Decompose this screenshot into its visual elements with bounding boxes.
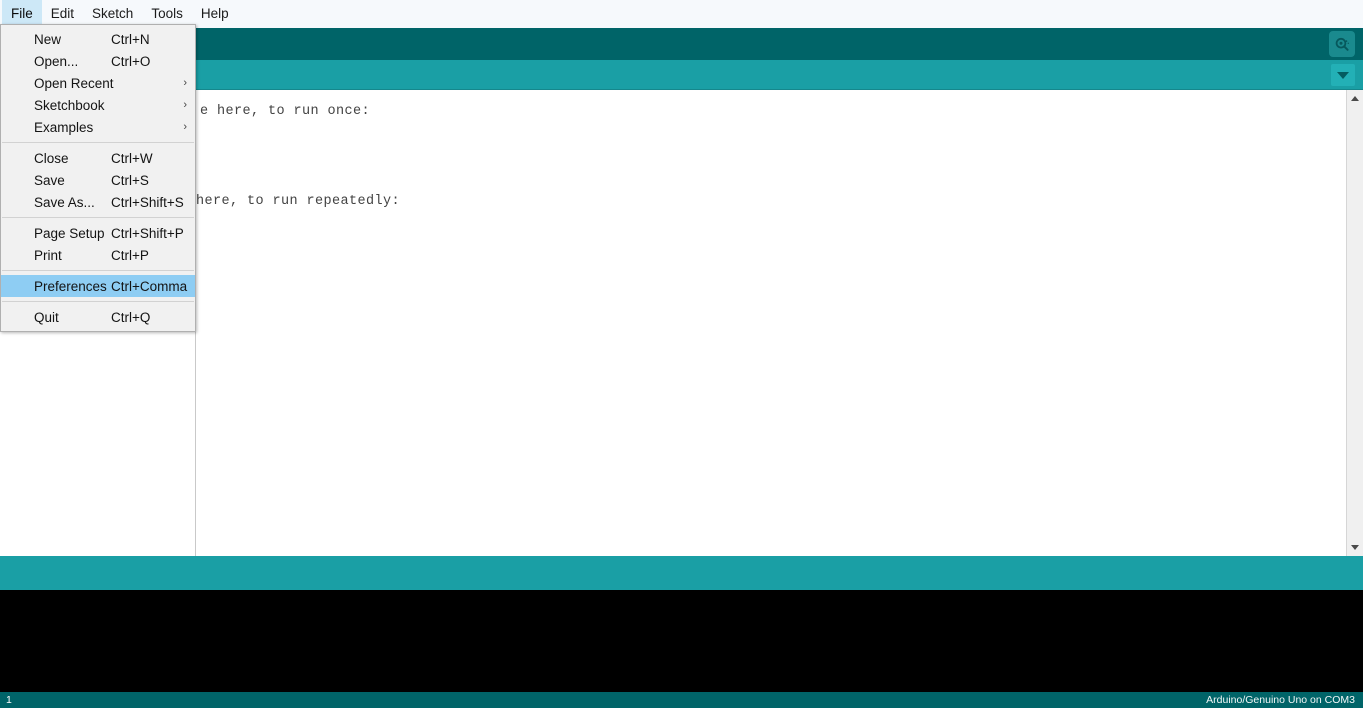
sketch-tab-bar	[0, 60, 1363, 90]
menu-separator	[2, 270, 194, 271]
menu-item-label: Print	[34, 247, 62, 263]
menu-bar: File Edit Sketch Tools Help	[0, 0, 1363, 28]
menu-item-label: New	[34, 31, 62, 47]
menubar-item-edit-label: Edit	[50, 6, 75, 22]
menu-item-label: Page Setup	[34, 225, 105, 241]
menu-item-close[interactable]: Close Ctrl+W	[1, 147, 195, 169]
menu-separator	[2, 217, 194, 218]
arduino-ide-window: File Edit Sketch Tools Help e here, to r…	[0, 0, 1363, 708]
menu-item-shortcut: Ctrl+Shift+S	[111, 194, 184, 210]
menu-item-save-as[interactable]: Save As... Ctrl+Shift+S	[1, 191, 195, 213]
menu-item-label: Close	[34, 150, 69, 166]
menu-item-shortcut: Ctrl+W	[111, 150, 153, 166]
menu-item-label: Preferences	[34, 278, 107, 294]
editor-vertical-scrollbar[interactable]	[1346, 90, 1363, 556]
menubar-item-file-label: File	[11, 6, 33, 22]
menu-item-shortcut: Ctrl+P	[111, 247, 149, 263]
code-editor[interactable]: e here, to run once: here, to run repeat…	[0, 90, 1363, 556]
menubar-item-help[interactable]: Help	[192, 0, 238, 28]
chevron-up-icon	[1351, 96, 1359, 101]
menu-item-shortcut: Ctrl+S	[111, 172, 149, 188]
menu-item-open-recent[interactable]: Open Recent ›	[1, 72, 195, 94]
menu-item-shortcut: Ctrl+Shift+P	[111, 225, 184, 241]
menu-item-open[interactable]: Open... Ctrl+O	[1, 50, 195, 72]
submenu-chevron-right-icon: ›	[183, 76, 187, 89]
chevron-down-icon	[1337, 71, 1349, 79]
code-line-loop-comment: here, to run repeatedly:	[196, 194, 401, 209]
status-message-strip	[0, 556, 1363, 590]
menu-item-sketchbook[interactable]: Sketchbook ›	[1, 94, 195, 116]
toolbar	[0, 28, 1363, 60]
status-bar: 1 Arduino/Genuino Uno on COM3	[0, 692, 1363, 708]
menu-separator	[2, 301, 194, 302]
cursor-line-number: 1	[6, 694, 12, 706]
menu-item-label: Sketchbook	[34, 97, 105, 113]
submenu-chevron-right-icon: ›	[183, 98, 187, 111]
menu-item-shortcut: Ctrl+N	[111, 31, 150, 47]
serial-monitor-icon	[1334, 36, 1351, 53]
menu-item-save[interactable]: Save Ctrl+S	[1, 169, 195, 191]
scroll-down-button[interactable]	[1347, 539, 1363, 556]
menu-item-label: Open Recent	[34, 75, 114, 91]
menu-item-shortcut: Ctrl+Comma	[111, 278, 188, 294]
menu-item-shortcut: Ctrl+O	[111, 53, 151, 69]
menu-item-new[interactable]: New Ctrl+N	[1, 28, 195, 50]
menubar-item-tools-label: Tools	[151, 6, 183, 22]
menu-item-preferences[interactable]: Preferences Ctrl+Comma	[1, 275, 195, 297]
menu-separator	[2, 142, 194, 143]
menu-item-label: Save	[34, 172, 65, 188]
editor-text-area[interactable]: e here, to run once: here, to run repeat…	[196, 90, 1346, 556]
scroll-up-button[interactable]	[1347, 90, 1363, 107]
scroll-track[interactable]	[1347, 107, 1363, 539]
menu-item-examples[interactable]: Examples ›	[1, 116, 195, 138]
menu-item-label: Examples	[34, 119, 94, 135]
tab-menu-button[interactable]	[1331, 64, 1355, 86]
menu-item-shortcut: Ctrl+Q	[111, 309, 151, 325]
menu-item-label: Quit	[34, 309, 59, 325]
menu-item-page-setup[interactable]: Page Setup Ctrl+Shift+P	[1, 222, 195, 244]
menu-item-label: Open...	[34, 53, 79, 69]
serial-monitor-button[interactable]	[1329, 31, 1355, 57]
menu-item-label: Save As...	[34, 194, 95, 210]
code-line-setup-comment: e here, to run once:	[200, 104, 371, 119]
file-menu-dropdown[interactable]: New Ctrl+N Open... Ctrl+O Open Recent › Sketch…	[0, 24, 196, 332]
menu-item-quit[interactable]: Quit Ctrl+Q	[1, 306, 195, 328]
menu-item-print[interactable]: Print Ctrl+P	[1, 244, 195, 266]
submenu-chevron-right-icon: ›	[183, 120, 187, 133]
console-output-panel[interactable]	[0, 590, 1363, 692]
board-port-info: Arduino/Genuino Uno on COM3	[1206, 694, 1355, 706]
chevron-down-icon	[1351, 545, 1359, 550]
menubar-item-help-label: Help	[200, 6, 229, 22]
menubar-item-sketch-label: Sketch	[92, 6, 134, 22]
